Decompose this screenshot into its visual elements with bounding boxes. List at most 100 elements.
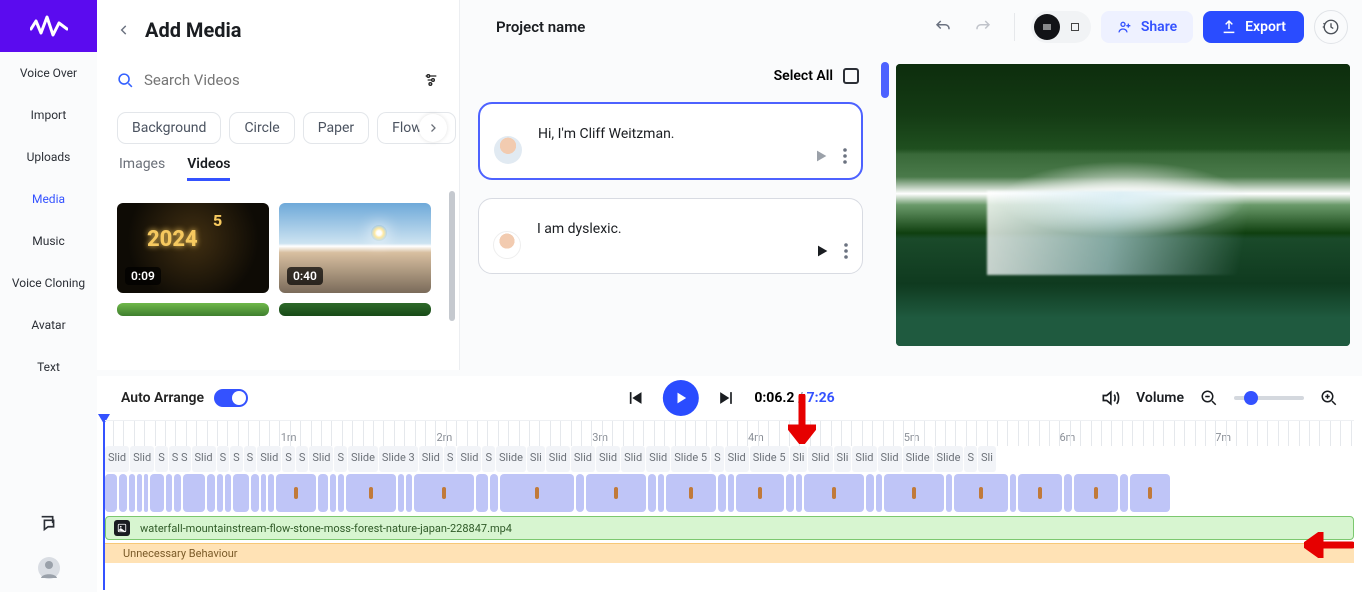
sidebar-item-text[interactable]: Text (0, 346, 97, 388)
audio-block[interactable] (1018, 474, 1062, 512)
app-logo[interactable] (0, 0, 97, 52)
video-track[interactable]: waterfall-mountainstream-flow-stone-moss… (105, 516, 1354, 540)
theme-toggle[interactable] (1031, 11, 1091, 43)
chip-scroll-right-icon[interactable] (419, 114, 447, 142)
slide-chip[interactable]: Slide (934, 446, 964, 472)
audio-block[interactable] (954, 474, 1008, 512)
video-thumb-4[interactable] (279, 303, 431, 316)
slide-chip[interactable]: S (217, 446, 230, 472)
slide-chip[interactable]: Slid (878, 446, 902, 472)
audio-block[interactable] (137, 474, 142, 512)
slide-chip[interactable]: S (244, 446, 257, 472)
zoom-in-button[interactable] (1320, 389, 1338, 407)
back-icon[interactable] (117, 23, 131, 37)
slide-chip[interactable]: S (334, 446, 347, 472)
audio-block[interactable] (414, 474, 474, 512)
audio-block[interactable] (183, 474, 205, 512)
card-text[interactable]: Hi, I'm Cliff Weitzman. (538, 124, 841, 164)
slide-chip[interactable]: Slid (192, 446, 216, 472)
tab-videos[interactable]: Videos (187, 156, 230, 181)
chat-icon[interactable] (35, 510, 63, 538)
sidebar-item-import[interactable]: Import (0, 94, 97, 136)
auto-arrange-toggle[interactable] (214, 389, 248, 407)
script-card-2[interactable]: I am dyslexic. (478, 198, 863, 274)
undo-button[interactable] (928, 12, 958, 42)
slide-chip[interactable]: Slid (257, 446, 281, 472)
audio-block[interactable] (946, 474, 952, 512)
sidebar-item-voiceover[interactable]: Voice Over (0, 52, 97, 94)
audio-block[interactable] (866, 474, 874, 512)
audio-block[interactable] (1130, 474, 1170, 512)
center-scrollbar[interactable] (881, 62, 889, 98)
select-all-checkbox[interactable] (843, 68, 859, 84)
slide-chip[interactable]: Slide 3 (379, 446, 418, 472)
slide-chip[interactable]: Slid (571, 446, 595, 472)
slide-chip[interactable]: Slid (309, 446, 333, 472)
audio-block[interactable] (129, 474, 135, 512)
slide-chip[interactable]: Slid (130, 446, 154, 472)
audio-block[interactable] (207, 474, 215, 512)
audio-block[interactable] (648, 474, 656, 512)
audio-block[interactable] (150, 474, 164, 512)
video-thumb-1[interactable]: 2024 5 0:09 (117, 203, 269, 293)
slide-chip[interactable]: Sli (978, 446, 996, 472)
skip-end-button[interactable] (716, 388, 736, 408)
audio-block[interactable] (251, 474, 259, 512)
audio-block[interactable] (586, 474, 646, 512)
card-text[interactable]: I am dyslexic. (537, 219, 842, 259)
search-input[interactable] (144, 71, 423, 89)
profile-icon[interactable] (35, 554, 63, 582)
chip-circle[interactable]: Circle (229, 112, 294, 144)
audio-block[interactable] (330, 474, 336, 512)
sidebar-item-media[interactable]: Media (0, 178, 97, 220)
volume-icon[interactable] (1100, 388, 1120, 408)
slide-chip[interactable]: Slide (496, 446, 526, 472)
play-icon[interactable] (813, 148, 829, 164)
audio-block[interactable] (105, 474, 117, 512)
slide-chip[interactable]: Slid (546, 446, 570, 472)
audio-block[interactable] (217, 474, 223, 512)
audio-block[interactable] (268, 474, 274, 512)
slide-chip[interactable]: S (482, 446, 495, 472)
audio-block[interactable] (490, 474, 498, 512)
audio-block[interactable] (796, 474, 802, 512)
audio-block[interactable] (119, 474, 127, 512)
audio-block[interactable] (736, 474, 784, 512)
audio-block[interactable] (1010, 474, 1016, 512)
slide-chip[interactable]: S (296, 446, 309, 472)
sidebar-item-music[interactable]: Music (0, 220, 97, 262)
slide-chip[interactable]: Slid (105, 446, 129, 472)
slide-chip[interactable]: Slide (348, 446, 378, 472)
slide-chip[interactable]: Slid (596, 446, 620, 472)
chip-paper[interactable]: Paper (303, 112, 369, 144)
slide-chip[interactable]: S (155, 446, 168, 472)
chip-background[interactable]: Background (117, 112, 221, 144)
audio-block[interactable] (728, 474, 734, 512)
avatar[interactable] (494, 136, 522, 164)
video-preview[interactable] (896, 64, 1350, 346)
tab-images[interactable]: Images (119, 156, 165, 181)
slide-chip[interactable]: S (282, 446, 295, 472)
slide-chip[interactable]: S (230, 446, 243, 472)
audio-block[interactable] (406, 474, 412, 512)
video-thumb-3[interactable] (117, 303, 269, 316)
play-button[interactable] (662, 380, 698, 416)
play-icon[interactable] (814, 243, 830, 259)
audio-block[interactable] (1064, 474, 1072, 512)
sidebar-item-voicecloning[interactable]: Voice Cloning (0, 262, 97, 304)
slide-chip[interactable]: Slid (419, 446, 443, 472)
audio-block[interactable] (718, 474, 726, 512)
sidebar-item-uploads[interactable]: Uploads (0, 136, 97, 178)
slide-chip[interactable]: Sli (834, 446, 852, 472)
slide-chip[interactable]: S S (169, 446, 191, 472)
more-icon[interactable] (843, 148, 847, 164)
music-track[interactable]: Unnecessary Behaviour (105, 543, 1354, 563)
skip-start-button[interactable] (624, 388, 644, 408)
zoom-out-button[interactable] (1200, 389, 1218, 407)
slide-chip[interactable]: Sli (527, 446, 545, 472)
share-button[interactable]: Share (1101, 11, 1193, 43)
audio-block[interactable] (1120, 474, 1128, 512)
audio-block[interactable] (576, 474, 584, 512)
zoom-slider[interactable] (1234, 396, 1304, 400)
audio-block[interactable] (804, 474, 864, 512)
